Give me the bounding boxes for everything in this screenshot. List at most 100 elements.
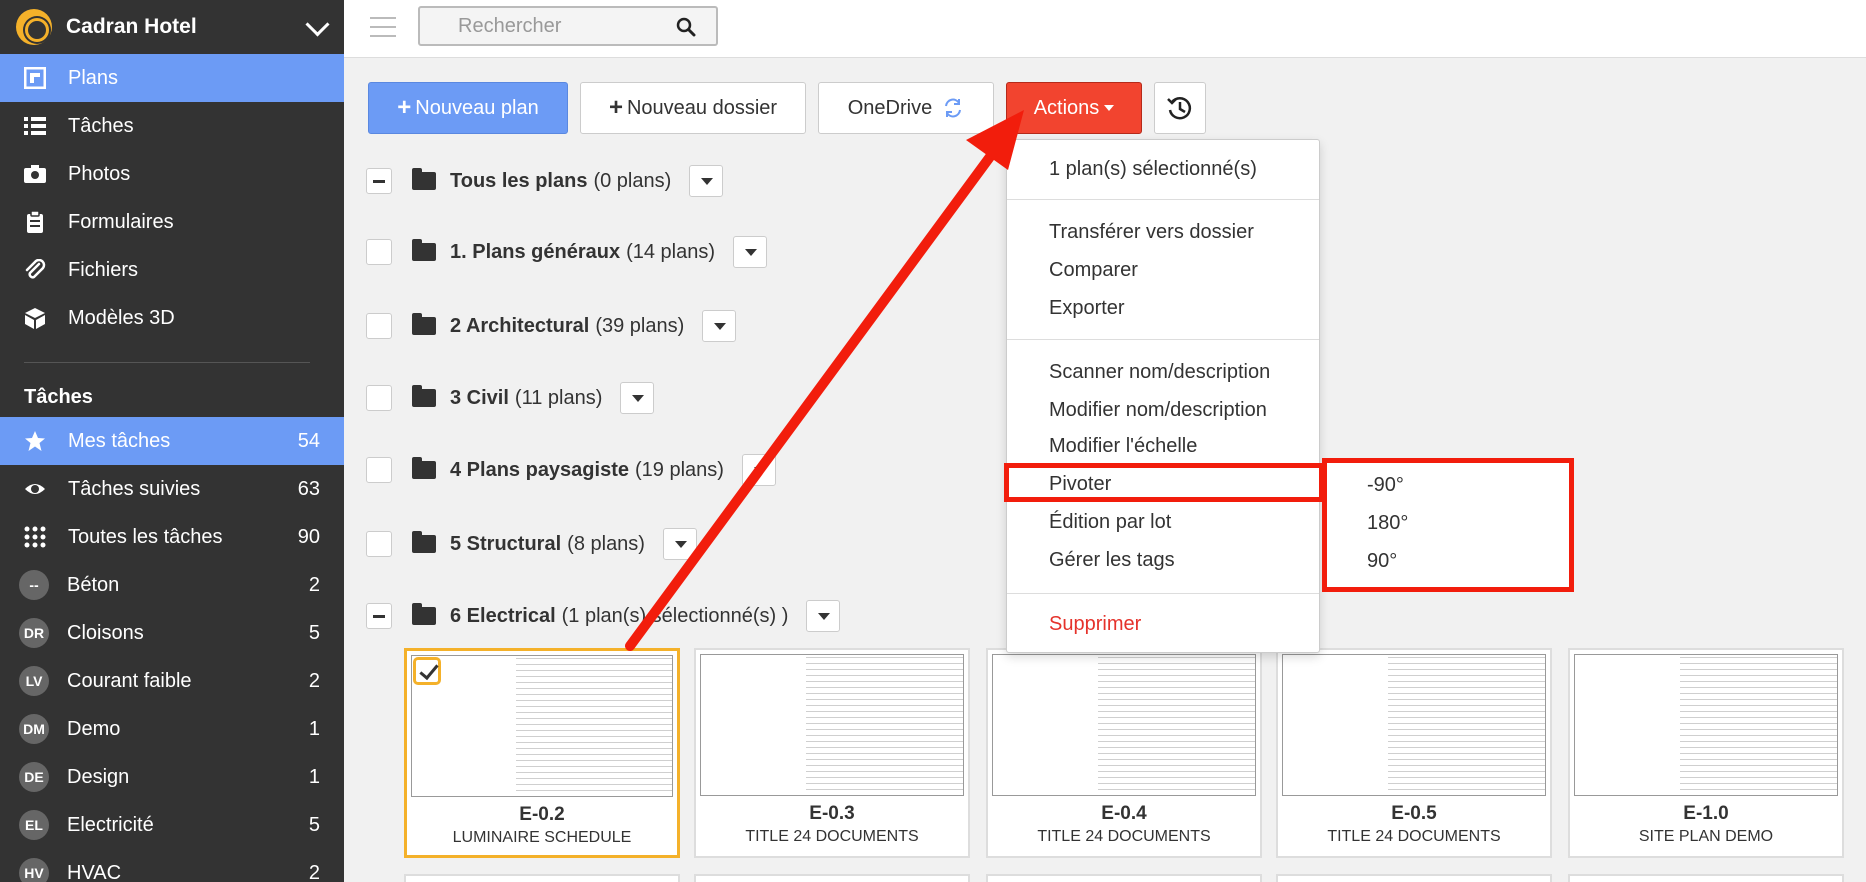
- history-button[interactable]: [1154, 82, 1206, 134]
- menu-item-export[interactable]: Exporter: [1049, 297, 1125, 320]
- folder-row-electrical[interactable]: 6 Electrical (1 plan(s) sélectionné(s) ): [366, 599, 841, 633]
- plus-icon: +: [397, 94, 412, 121]
- plan-card-next-row[interactable]: [694, 874, 970, 882]
- folder-checkbox[interactable]: [366, 457, 392, 483]
- plan-name: TITLE 24 DOCUMENTS: [1327, 828, 1501, 845]
- folder-icon: [412, 313, 436, 335]
- sidebar-item-label: Fichiers: [68, 258, 139, 281]
- sidebar-item-forms[interactable]: Formulaires: [0, 198, 344, 246]
- project-logo: [16, 9, 52, 45]
- plan-card[interactable]: E-0.2 LUMINAIRE SCHEDULE: [404, 648, 680, 858]
- sidebar-item-tag-cloisons[interactable]: DR Cloisons 5: [0, 609, 344, 657]
- task-count: 2: [308, 573, 320, 596]
- sidebar-item-files[interactable]: Fichiers: [0, 246, 344, 294]
- folder-dropdown-button[interactable]: [733, 236, 768, 268]
- folder-count: (1 plan(s) sélectionné(s) ): [561, 604, 789, 627]
- list-icon: [24, 117, 46, 135]
- folder-dropdown-button[interactable]: [741, 454, 776, 486]
- menu-selected-info: 1 plan(s) sélectionné(s): [1049, 158, 1257, 180]
- folder-checkbox[interactable]: [366, 385, 392, 411]
- plan-card-next-row[interactable]: [1276, 874, 1552, 882]
- rotate-option-90[interactable]: 90°: [1367, 550, 1397, 573]
- plan-card-next-row[interactable]: [404, 874, 680, 882]
- folder-icon: [412, 531, 436, 553]
- actions-label: Actions: [1033, 96, 1100, 119]
- menu-item-delete[interactable]: Supprimer: [1049, 613, 1141, 636]
- new-folder-button[interactable]: + Nouveau dossier: [580, 82, 806, 134]
- plan-name: TITLE 24 DOCUMENTS: [745, 828, 919, 845]
- tag-badge: DR: [19, 618, 49, 648]
- folder-dropdown-button[interactable]: [689, 165, 724, 197]
- camera-icon: [24, 165, 46, 183]
- sidebar-item-tag-electricite[interactable]: EL Electricité 5: [0, 801, 344, 849]
- task-count: 5: [308, 621, 320, 644]
- sidebar-item-plans[interactable]: Plans: [0, 54, 344, 102]
- new-folder-label: Nouveau dossier: [626, 96, 778, 119]
- folder-row[interactable]: 4 Plans paysagiste (19 plans): [366, 453, 776, 487]
- folder-count: (19 plans): [634, 458, 724, 481]
- sidebar-item-tasks[interactable]: Tâches: [0, 102, 344, 150]
- tag-badge: --: [19, 570, 49, 600]
- task-count: 1: [308, 717, 320, 740]
- folder-name: 5 Structural: [450, 532, 562, 555]
- sidebar-item-tag-hvac[interactable]: HV HVAC 2: [0, 849, 344, 882]
- menu-item-batch-edit[interactable]: Édition par lot: [1049, 511, 1171, 534]
- project-switcher[interactable]: Cadran Hotel: [0, 0, 344, 54]
- folder-row[interactable]: 2 Architectural (39 plans): [366, 309, 737, 343]
- new-plan-button[interactable]: + Nouveau plan: [368, 82, 568, 134]
- folder-open-icon: [412, 603, 436, 625]
- sidebar-item-tag-beton[interactable]: -- Béton 2: [0, 561, 344, 609]
- sidebar-item-photos[interactable]: Photos: [0, 150, 344, 198]
- menu-toggle-icon[interactable]: [370, 17, 396, 37]
- folder-dropdown-button[interactable]: [806, 600, 841, 632]
- plan-card[interactable]: E-1.0 SITE PLAN DEMO: [1568, 648, 1844, 858]
- plan-card[interactable]: E-0.5 TITLE 24 DOCUMENTS: [1276, 648, 1552, 858]
- search-icon[interactable]: [676, 17, 696, 37]
- plan-card[interactable]: E-0.4 TITLE 24 DOCUMENTS: [986, 648, 1262, 858]
- sidebar-item-tag-courant-faible[interactable]: LV Courant faible 2: [0, 657, 344, 705]
- plan-checkbox-checked[interactable]: [413, 657, 441, 685]
- sidebar-item-tag-demo[interactable]: DM Demo 1: [0, 705, 344, 753]
- rotate-option-180[interactable]: 180°: [1367, 512, 1408, 535]
- folder-row[interactable]: 5 Structural (8 plans): [366, 527, 697, 561]
- rotate-option-minus-90[interactable]: -90°: [1367, 474, 1404, 497]
- menu-divider: [1007, 593, 1319, 594]
- folder-checkbox[interactable]: [366, 168, 392, 194]
- sidebar-item-followed-tasks[interactable]: Tâches suivies 63: [0, 465, 344, 513]
- folder-dropdown-button[interactable]: [620, 382, 655, 414]
- menu-item-tags[interactable]: Gérer les tags: [1049, 549, 1175, 572]
- menu-item-compare[interactable]: Comparer: [1049, 259, 1138, 282]
- plan-card-next-row[interactable]: [1568, 874, 1844, 882]
- chevron-down-icon[interactable]: [304, 14, 330, 40]
- sidebar-item-tag-design[interactable]: DE Design 1: [0, 753, 344, 801]
- plan-code: E-0.4: [1101, 803, 1147, 824]
- folder-dropdown-button[interactable]: [662, 528, 697, 560]
- folder-row[interactable]: 3 Civil (11 plans): [366, 381, 655, 415]
- rotate-submenu: -90° 180° 90°: [1322, 458, 1574, 592]
- onedrive-button[interactable]: OneDrive: [818, 82, 994, 134]
- plan-thumbnail: [992, 654, 1256, 796]
- sidebar-item-3d-models[interactable]: Modèles 3D: [0, 294, 344, 342]
- menu-item-transfer[interactable]: Transférer vers dossier: [1049, 221, 1254, 244]
- menu-item-scan[interactable]: Scanner nom/description: [1049, 361, 1270, 384]
- plan-thumbnail: [1574, 654, 1838, 796]
- sidebar-item-my-tasks[interactable]: Mes tâches 54: [0, 417, 344, 465]
- folder-row[interactable]: 1. Plans généraux (14 plans): [366, 235, 768, 269]
- plan-card[interactable]: E-0.3 TITLE 24 DOCUMENTS: [694, 648, 970, 858]
- folder-checkbox[interactable]: [366, 531, 392, 557]
- plan-card-next-row[interactable]: [986, 874, 1262, 882]
- search-input[interactable]: Rechercher: [418, 6, 718, 46]
- folder-checkbox[interactable]: [366, 603, 392, 629]
- folder-dropdown-button[interactable]: [702, 310, 737, 342]
- actions-button[interactable]: Actions: [1006, 82, 1142, 134]
- sidebar-item-all-tasks[interactable]: Toutes les tâches 90: [0, 513, 344, 561]
- sidebar-item-label: Plans: [68, 66, 119, 89]
- tag-badge: DE: [19, 762, 49, 792]
- folder-row-all[interactable]: Tous les plans (0 plans): [366, 164, 724, 198]
- tag-badge: EL: [19, 810, 49, 840]
- folder-checkbox[interactable]: [366, 239, 392, 265]
- tag-badge: LV: [19, 666, 49, 696]
- menu-item-edit-scale[interactable]: Modifier l'échelle: [1049, 435, 1197, 458]
- menu-item-edit-name[interactable]: Modifier nom/description: [1049, 399, 1267, 422]
- folder-checkbox[interactable]: [366, 313, 392, 339]
